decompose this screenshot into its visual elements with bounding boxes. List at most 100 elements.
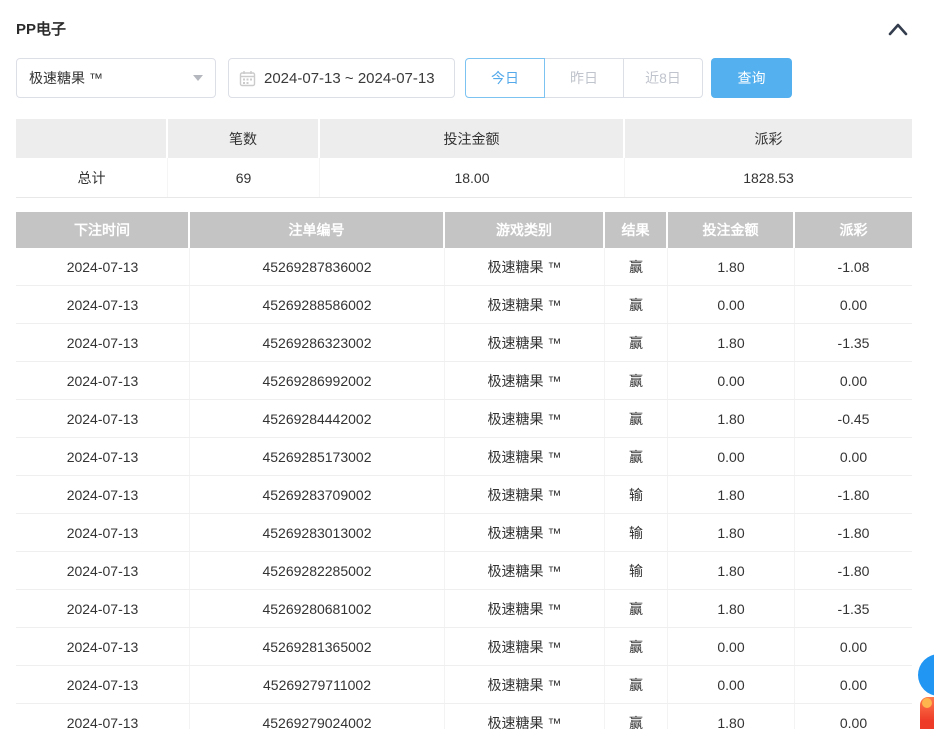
cell-result: 赢 [605, 704, 668, 729]
table-row: 2024-07-1345269283709002极速糖果 ™输1.80-1.80 [16, 476, 912, 514]
summary-header-row: 笔数 投注金额 派彩 [16, 119, 912, 158]
cell-result: 赢 [605, 628, 668, 665]
cell-order-id: 45269283709002 [190, 476, 445, 513]
quick-range-last-8-days-button[interactable]: 近8日 [623, 58, 703, 98]
cell-order-id: 45269280681002 [190, 590, 445, 627]
cell-order-id: 45269281365002 [190, 628, 445, 665]
betting-records-panel: PP电子 极速糖果 ™ 2024-07-13 ~ 2024-07-13 今日昨日… [0, 0, 934, 729]
game-select-value: 极速糖果 ™ [29, 68, 193, 88]
quick-range-yesterday-button[interactable]: 昨日 [544, 58, 624, 98]
cell-order-id: 45269279024002 [190, 704, 445, 729]
table-row: 2024-07-1345269286992002极速糖果 ™赢0.000.00 [16, 362, 912, 400]
chevron-down-icon [193, 75, 203, 81]
panel-header: PP电子 [16, 18, 918, 39]
cell-order-id: 45269287836002 [190, 248, 445, 285]
table-row: 2024-07-1345269281365002极速糖果 ™赢0.000.00 [16, 628, 912, 666]
cell-game-type: 极速糖果 ™ [445, 704, 605, 729]
cell-bet-amount: 0.00 [668, 286, 795, 323]
quick-range-today-button[interactable]: 今日 [465, 58, 545, 98]
col-header-result: 结果 [605, 212, 668, 248]
cell-payout: -1.35 [795, 590, 912, 627]
table-row: 2024-07-1345269288586002极速糖果 ™赢0.000.00 [16, 286, 912, 324]
table-row: 2024-07-1345269279711002极速糖果 ™赢0.000.00 [16, 666, 912, 704]
chevron-up-icon[interactable] [886, 20, 910, 38]
cell-order-id: 45269282285002 [190, 552, 445, 589]
cell-game-type: 极速糖果 ™ [445, 438, 605, 475]
customer-service-icon[interactable] [918, 654, 934, 696]
table-row: 2024-07-1345269284442002极速糖果 ™赢1.80-0.45 [16, 400, 912, 438]
page-title: PP电子 [16, 18, 66, 39]
game-select[interactable]: 极速糖果 ™ [16, 58, 216, 98]
cell-result: 输 [605, 514, 668, 551]
bet-records-table: 下注时间 注单编号 游戏类别 结果 投注金额 派彩 2024-07-134526… [16, 212, 912, 729]
bet-table-body: 2024-07-1345269287836002极速糖果 ™赢1.80-1.08… [16, 248, 912, 729]
summary-total-label: 总计 [16, 158, 168, 197]
red-envelope-icon[interactable] [920, 697, 934, 729]
col-header-payout: 派彩 [795, 212, 912, 248]
cell-payout: 0.00 [795, 438, 912, 475]
cell-payout: -1.35 [795, 324, 912, 361]
cell-bet-amount: 1.80 [668, 514, 795, 551]
table-row: 2024-07-1345269279024002极速糖果 ™赢1.800.00 [16, 704, 912, 729]
cell-payout: 0.00 [795, 286, 912, 323]
quick-range-group: 今日昨日近8日 [465, 58, 703, 98]
cell-bet-amount: 0.00 [668, 362, 795, 399]
summary-total-row: 总计 69 18.00 1828.53 [16, 158, 912, 198]
cell-payout: 0.00 [795, 362, 912, 399]
cell-order-id: 45269279711002 [190, 666, 445, 703]
cell-result: 输 [605, 476, 668, 513]
cell-bet-amount: 1.80 [668, 552, 795, 589]
summary-header-payout: 派彩 [625, 119, 912, 158]
cell-game-type: 极速糖果 ™ [445, 324, 605, 361]
cell-bet-time: 2024-07-13 [16, 362, 190, 399]
table-row: 2024-07-1345269282285002极速糖果 ™输1.80-1.80 [16, 552, 912, 590]
cell-order-id: 45269286992002 [190, 362, 445, 399]
col-header-bet-amount: 投注金额 [668, 212, 795, 248]
cell-game-type: 极速糖果 ™ [445, 666, 605, 703]
cell-bet-amount: 0.00 [668, 438, 795, 475]
cell-result: 赢 [605, 400, 668, 437]
search-button[interactable]: 查询 [711, 58, 792, 98]
cell-game-type: 极速糖果 ™ [445, 590, 605, 627]
cell-game-type: 极速糖果 ™ [445, 476, 605, 513]
cell-order-id: 45269284442002 [190, 400, 445, 437]
cell-game-type: 极速糖果 ™ [445, 362, 605, 399]
summary-total-bet-amount: 18.00 [320, 158, 625, 197]
cell-game-type: 极速糖果 ™ [445, 628, 605, 665]
cell-game-type: 极速糖果 ™ [445, 552, 605, 589]
cell-bet-amount: 1.80 [668, 400, 795, 437]
cell-payout: 0.00 [795, 628, 912, 665]
bet-table-header-row: 下注时间 注单编号 游戏类别 结果 投注金额 派彩 [16, 212, 912, 248]
cell-order-id: 45269283013002 [190, 514, 445, 551]
cell-payout: 0.00 [795, 704, 912, 729]
cell-payout: -0.45 [795, 400, 912, 437]
summary-header-empty [16, 119, 168, 158]
summary-table: 笔数 投注金额 派彩 总计 69 18.00 1828.53 [16, 119, 912, 198]
filter-bar: 极速糖果 ™ 2024-07-13 ~ 2024-07-13 今日昨日近8日 查… [16, 58, 792, 98]
cell-game-type: 极速糖果 ™ [445, 286, 605, 323]
summary-total-payout: 1828.53 [625, 158, 912, 197]
cell-bet-time: 2024-07-13 [16, 438, 190, 475]
table-row: 2024-07-1345269280681002极速糖果 ™赢1.80-1.35 [16, 590, 912, 628]
cell-bet-time: 2024-07-13 [16, 704, 190, 729]
date-range-picker[interactable]: 2024-07-13 ~ 2024-07-13 [228, 58, 455, 98]
cell-bet-time: 2024-07-13 [16, 514, 190, 551]
cell-bet-time: 2024-07-13 [16, 552, 190, 589]
summary-total-count: 69 [168, 158, 320, 197]
cell-bet-amount: 1.80 [668, 248, 795, 285]
cell-result: 赢 [605, 590, 668, 627]
cell-order-id: 45269286323002 [190, 324, 445, 361]
cell-bet-time: 2024-07-13 [16, 324, 190, 361]
summary-header-bet-amount: 投注金额 [320, 119, 625, 158]
cell-bet-amount: 1.80 [668, 324, 795, 361]
cell-result: 赢 [605, 324, 668, 361]
cell-payout: -1.08 [795, 248, 912, 285]
cell-game-type: 极速糖果 ™ [445, 514, 605, 551]
cell-result: 赢 [605, 438, 668, 475]
cell-game-type: 极速糖果 ™ [445, 400, 605, 437]
table-row: 2024-07-1345269286323002极速糖果 ™赢1.80-1.35 [16, 324, 912, 362]
cell-bet-amount: 1.80 [668, 704, 795, 729]
cell-result: 赢 [605, 248, 668, 285]
cell-bet-time: 2024-07-13 [16, 286, 190, 323]
col-header-game-type: 游戏类别 [445, 212, 605, 248]
